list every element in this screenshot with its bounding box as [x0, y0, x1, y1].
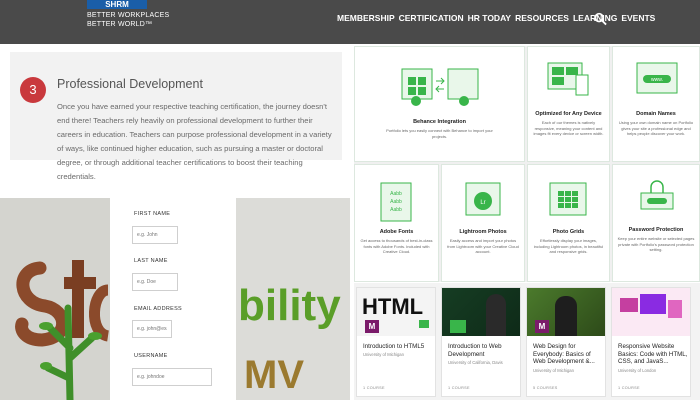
html-thumb-text: HTML	[362, 294, 424, 319]
course-institution: University of Michigan	[533, 368, 574, 373]
logo-tagline-line2: BETTER WORLD™	[87, 21, 153, 28]
university-badge-icon: M	[365, 320, 379, 333]
course-card-html5[interactable]: HTML M Introduction to HTML5 University …	[356, 287, 436, 397]
feature-title: Lightroom Photos	[459, 229, 507, 235]
course-count: 1 COURSE	[363, 386, 385, 390]
main-nav: MEMBERSHIP CERTIFICATION HR TODAY RESOUR…	[337, 13, 655, 23]
university-badge-icon	[450, 320, 466, 333]
feature-desc: Effortlessly display your images, includ…	[533, 238, 604, 254]
feature-desc: Each of our themes is natively responsiv…	[533, 120, 604, 136]
feature-desc: Keep your entire website or selected pag…	[617, 236, 695, 252]
first-name-field[interactable]	[132, 226, 178, 244]
email-field[interactable]	[132, 320, 172, 338]
svg-text:Aabb: Aabb	[390, 207, 402, 213]
course-thumbnail	[612, 288, 690, 336]
course-institution: University of California, Davis	[448, 360, 503, 365]
feature-desc: Easily access and import your photos fro…	[447, 238, 519, 254]
domain-illustration-icon: www.	[636, 62, 678, 94]
course-count: 5 COURSES	[533, 386, 558, 390]
username-field[interactable]	[132, 368, 212, 386]
course-title: Responsive Website Basics: Code with HTM…	[618, 343, 688, 365]
course-card-web-design[interactable]: M Web Design for Everybody: Basics of We…	[526, 287, 606, 397]
nav-membership[interactable]: MEMBERSHIP	[337, 13, 395, 23]
last-name-label: LAST NAME	[134, 258, 168, 264]
svg-text:Aabb: Aabb	[390, 191, 402, 197]
feature-title: Behance Integration	[413, 119, 466, 125]
instructor-photo	[555, 296, 577, 336]
section-body: Once you have earned your respective tea…	[57, 102, 332, 181]
logo-tagline-line1: BETTER WORKPLACES	[87, 12, 170, 19]
email-label: EMAIL ADDRESS	[134, 306, 183, 312]
feature-title: Optimized for Any Device	[535, 111, 602, 117]
svg-text:Aabb: Aabb	[390, 199, 402, 205]
search-icon[interactable]	[594, 12, 607, 26]
feature-desc: Portfolio lets you easily connect with B…	[386, 128, 493, 139]
university-badge-icon: M	[535, 320, 549, 333]
behance-illustration-icon	[401, 68, 479, 106]
svg-text:bility: bility	[238, 281, 341, 330]
section-title: Professional Development	[57, 77, 203, 91]
username-label: USERNAME	[134, 353, 168, 359]
feature-card-photo-grids[interactable]: Photo Grids Effortlessly display your im…	[527, 164, 610, 282]
nav-certification[interactable]: CERTIFICATION	[399, 13, 464, 23]
thumb-device-2	[640, 294, 666, 314]
feature-card-behance[interactable]: Behance Integration Portfolio lets you e…	[354, 46, 525, 162]
course-card-responsive[interactable]: Responsive Website Basics: Code with HTM…	[611, 287, 691, 397]
last-name-field[interactable]	[132, 273, 178, 291]
course-count: 1 COURSE	[618, 386, 640, 390]
feature-card-password[interactable]: Password Protection Keep your entire web…	[612, 164, 700, 282]
feature-title: Password Protection	[628, 227, 684, 233]
nav-hr-today[interactable]: HR TODAY	[468, 13, 511, 23]
svg-text:MV: MV	[244, 353, 304, 397]
course-institution: University of Michigan	[363, 352, 404, 357]
course-title: Web Design for Everybody: Basics of Web …	[533, 343, 595, 365]
site-header: SHRM BETTER WORKPLACES BETTER WORLD™ MEM…	[0, 0, 700, 44]
feature-card-domain[interactable]: www. Domain Names Using your own domain …	[612, 46, 700, 162]
feature-card-lightroom[interactable]: Lr Lightroom Photos Easily access and im…	[441, 164, 525, 282]
course-institution: University of London	[618, 368, 657, 373]
course-card-web-dev[interactable]: Introduction to Web Development Universi…	[441, 287, 521, 397]
feature-desc: Using your own domain name on Portfolio …	[618, 120, 694, 136]
instructor-photo	[486, 294, 506, 336]
nav-resources[interactable]: RESOURCES	[515, 13, 569, 23]
step-number-badge: 3	[20, 77, 46, 103]
lightroom-illustration-icon: Lr	[465, 182, 501, 216]
nav-events[interactable]: EVENTS	[621, 13, 655, 23]
course-title: Introduction to Web Development	[448, 343, 502, 358]
features-grid: Behance Integration Portfolio lets you e…	[354, 46, 700, 282]
thumb-device-1	[620, 298, 638, 312]
svg-text:www.: www.	[651, 77, 663, 83]
feature-desc: Get access to thousands of best-in-class…	[360, 238, 433, 254]
svg-text:Lr: Lr	[480, 200, 485, 206]
devices-illustration-icon	[547, 62, 589, 96]
fonts-illustration-icon: Aabb Aabb Aabb	[380, 182, 412, 222]
feature-title: Domain Names	[636, 111, 676, 117]
course-title: Introduction to HTML5	[363, 343, 425, 350]
feature-title: Adobe Fonts	[379, 229, 414, 235]
feature-title: Photo Grids	[552, 229, 585, 235]
first-name-label: FIRST NAME	[134, 211, 171, 217]
feature-card-adobe-fonts[interactable]: Aabb Aabb Aabb Adobe Fonts Get access to…	[354, 164, 439, 282]
shrm-logo[interactable]: SHRM	[87, 0, 147, 9]
signup-form: FIRST NAME LAST NAME EMAIL ADDRESS USERN…	[110, 198, 236, 400]
page: SHRM BETTER WORKPLACES BETTER WORLD™ MEM…	[0, 0, 700, 400]
thumb-device-3	[668, 300, 682, 318]
specialization-icon	[419, 320, 429, 328]
course-count: 1 COURSE	[448, 386, 470, 390]
photo-grid-illustration-icon	[549, 182, 587, 216]
sustainability-image: bility MV FIRST NAME LAST NAME EMAIL ADD…	[0, 198, 350, 400]
feature-card-devices[interactable]: Optimized for Any Device Each of our the…	[527, 46, 610, 162]
lock-illustration-icon	[640, 180, 674, 210]
